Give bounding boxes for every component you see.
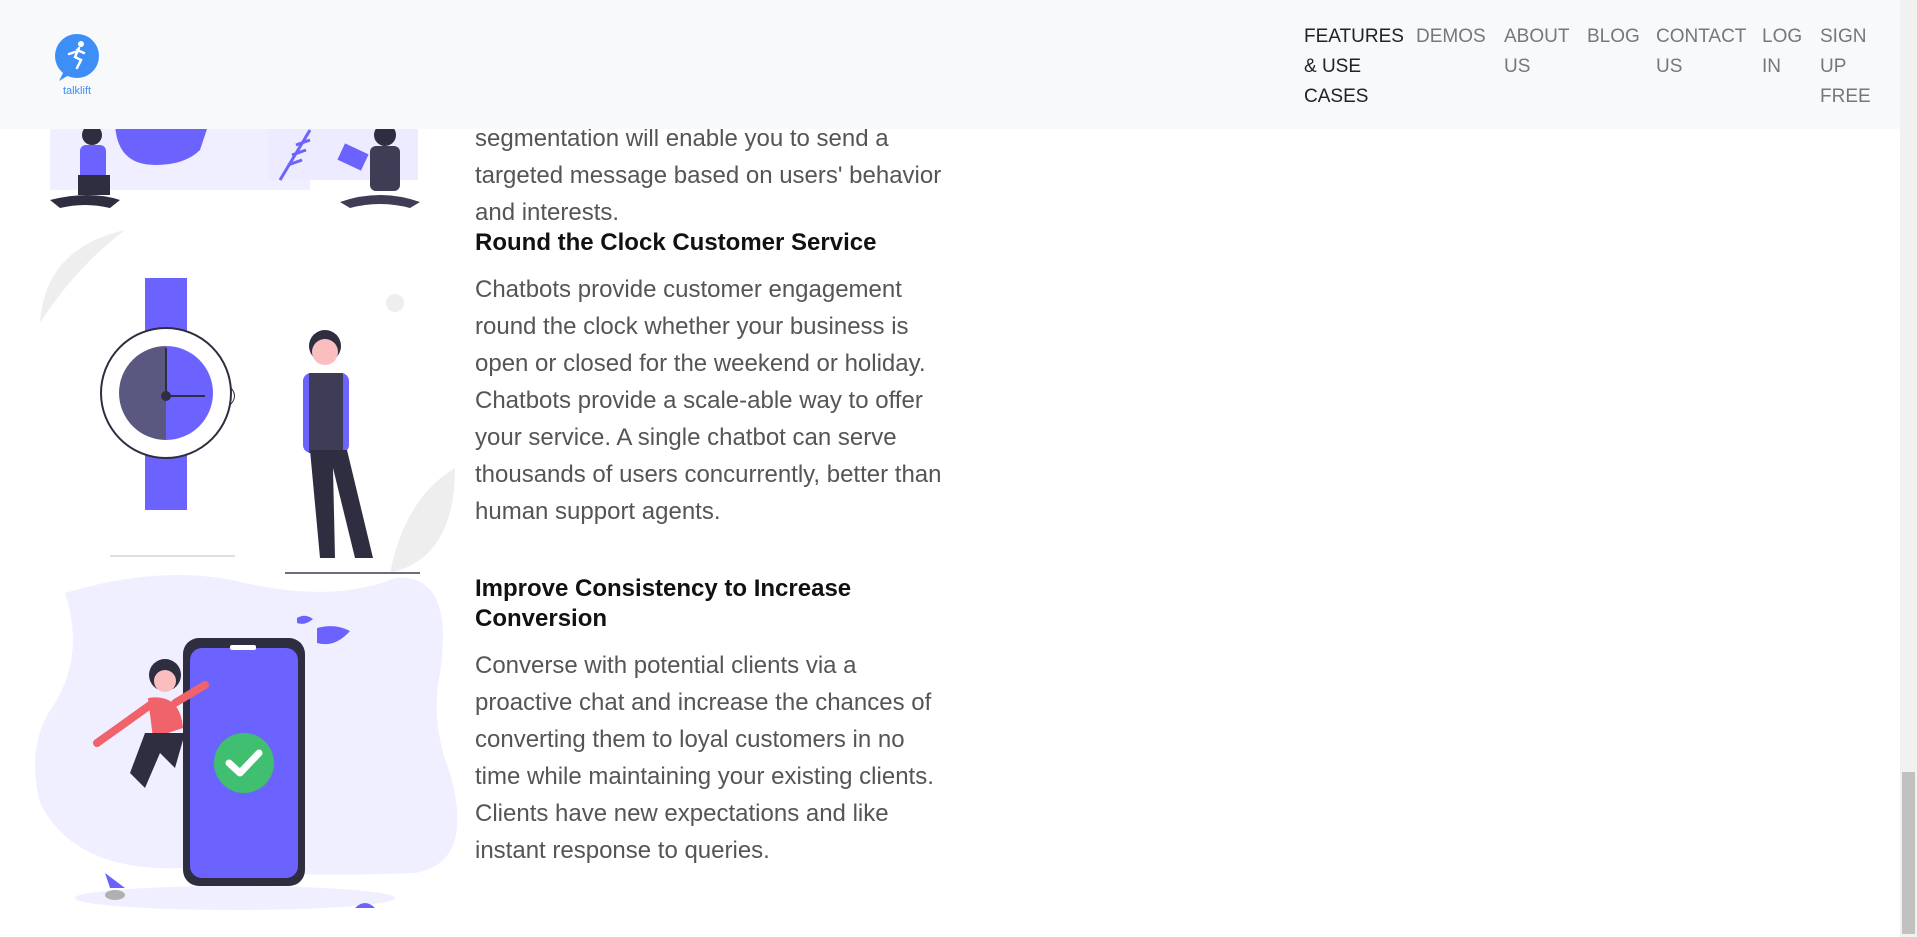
nav-sign-up-free[interactable]: SIGN UP FREE xyxy=(1820,22,1871,112)
scrollbar-thumb[interactable] xyxy=(1902,772,1915,934)
nav-about-us[interactable]: ABOUT US xyxy=(1504,22,1569,82)
brand-name: talklift xyxy=(62,85,92,97)
segmentation-text: segmentation will enable you to send a t… xyxy=(475,125,942,226)
nav-features-use-cases[interactable]: FEATURES & USE CASES xyxy=(1304,22,1404,112)
round-the-clock-heading: Round the Clock Customer Service xyxy=(475,229,877,256)
round-the-clock-illustration xyxy=(40,230,455,574)
runner-logo-icon xyxy=(55,34,99,81)
conversion-text: Converse with potential clients via a pr… xyxy=(475,652,934,864)
nav-contact-us[interactable]: CONTACT US xyxy=(1656,22,1746,82)
round-the-clock-text: Chatbots provide customer engagement rou… xyxy=(475,276,942,525)
nav-demos[interactable]: DEMOS xyxy=(1416,22,1486,52)
conversion-heading: Improve Consistency to Increase Conversi… xyxy=(475,575,852,632)
conversion-illustration xyxy=(35,575,458,910)
nav-blog[interactable]: BLOG xyxy=(1587,22,1640,52)
top-navbar: talklift FEATURES & USE CASES DEMOS ABOU… xyxy=(0,0,1900,129)
page-scrollbar[interactable] xyxy=(1900,0,1917,937)
nav-log-in[interactable]: LOG IN xyxy=(1762,22,1802,82)
brand-logo[interactable]: talklift xyxy=(53,33,101,101)
segmentation-illustration xyxy=(50,120,420,208)
